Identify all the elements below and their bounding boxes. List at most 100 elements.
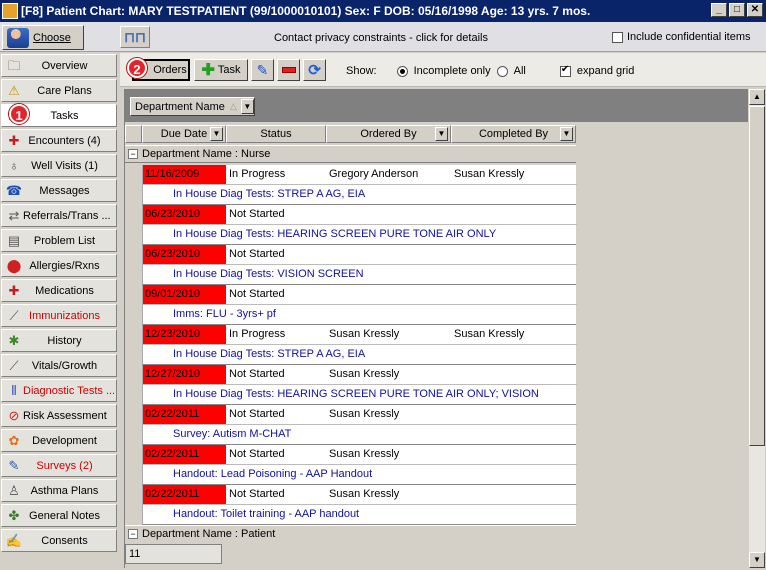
sidebar-item-label: Overview	[41, 59, 88, 72]
status-cell: In Progress	[229, 328, 286, 340]
sidebar-item-history[interactable]: ✱ History	[1, 329, 117, 352]
table-row[interactable]: 02/22/2011 Not Started Susan Kressly Handou…	[142, 445, 577, 485]
task-description[interactable]: Survey: Autism M-CHAT	[173, 425, 291, 444]
column-header-ordered-by[interactable]: Ordered By ▼	[326, 125, 451, 143]
column-header-status[interactable]: Status	[226, 125, 326, 143]
sidebar-item-label: Tasks	[50, 109, 79, 122]
collapse-icon[interactable]: −	[128, 529, 138, 539]
group-chip-department[interactable]: Department Name △ ▼	[130, 97, 255, 116]
incomplete-only-radio[interactable]	[396, 65, 408, 77]
table-row[interactable]: 06/23/2010 Not Started In House Diag Tests…	[142, 205, 577, 245]
task-summary-line: 02/22/2011 Not Started Susan Kressly	[143, 405, 577, 425]
column-header-completed-by[interactable]: Completed By ▼	[451, 125, 576, 143]
expand-grid-checkbox[interactable]	[559, 64, 571, 77]
minimize-button[interactable]: _	[711, 3, 727, 17]
task-description[interactable]: Handout: Toilet training - AAP handout	[173, 505, 359, 524]
table-row[interactable]: 06/23/2010 Not Started In House Diag Tests…	[142, 245, 577, 285]
sidebar-item-immunizations[interactable]: ⟋ Immunizations	[1, 304, 117, 327]
status-cell: Not Started	[229, 408, 285, 420]
sidebar-item-general-notes[interactable]: ✤ General Notes	[1, 504, 117, 527]
sidebar-item-asthma-plans[interactable]: ♙ Asthma Plans	[1, 479, 117, 502]
group-chip-label: Department Name	[135, 100, 225, 113]
choose-button[interactable]: Choose	[2, 25, 84, 50]
status-header-label: Status	[260, 128, 292, 140]
table-row[interactable]: 02/22/2011 Not Started Susan Kressly Handou…	[142, 485, 577, 525]
edit-button[interactable]: ✎	[251, 59, 274, 81]
sidebar-item-development[interactable]: ✿ Development	[1, 429, 117, 452]
sidebar-item-encounters-4[interactable]: ✚ Encounters (4)	[1, 129, 117, 152]
table-row[interactable]: 12/27/2010 Not Started Susan Kressly In Hou…	[142, 365, 577, 419]
sidebar-item-overview[interactable]: 🗀 Overview	[1, 54, 117, 77]
chart-nav-button[interactable]: ⊓⊓	[120, 26, 150, 48]
group-row-nurse[interactable]: − Department Name : Nurse	[125, 145, 576, 163]
refresh-icon: ⟳	[308, 62, 321, 79]
incomplete-only-label: Incomplete only	[413, 65, 491, 77]
due-date-cell: 02/22/2011	[143, 405, 226, 424]
ordered-by-header-label: Ordered By	[360, 128, 417, 140]
sidebar-item-well-visits-1[interactable]: ♁ Well Visits (1)	[1, 154, 117, 177]
sidebar-item-medications[interactable]: ✚ Medications	[1, 279, 117, 302]
completed-by-filter-dropdown[interactable]: ▼	[560, 127, 573, 141]
maximize-button[interactable]: □	[729, 3, 745, 17]
survey-icon: ✎	[8, 457, 20, 473]
collapse-icon[interactable]: −	[128, 149, 138, 159]
due-date-filter-dropdown[interactable]: ▼	[210, 127, 223, 141]
delete-button[interactable]	[277, 59, 300, 81]
scroll-thumb[interactable]	[749, 106, 765, 446]
group-nurse-label: Department Name : Nurse	[142, 148, 271, 160]
task-description[interactable]: In House Diag Tests: STREP A AG, EIA	[173, 345, 365, 364]
ordered-by-cell: Susan Kressly	[329, 408, 400, 420]
close-button[interactable]: ✕	[747, 3, 763, 17]
scroll-up-arrow[interactable]: ▲	[749, 89, 765, 105]
step-badge-1: 1	[9, 104, 29, 124]
sidebar-item-label: Surveys (2)	[36, 459, 93, 472]
sidebar-item-allergies-rxns[interactable]: ⬤ Allergies/Rxns	[1, 254, 117, 277]
refresh-button[interactable]: ⟳	[303, 59, 326, 81]
sidebar-item-label: Risk Assessment	[23, 409, 107, 422]
due-date-cell: 06/23/2010	[143, 205, 226, 224]
group-chip-dropdown[interactable]: ▼	[240, 99, 254, 114]
tasks-panel: Orders ✚ Task ✎ ⟳ Show: Incomplete only …	[120, 53, 766, 570]
grid-footer: 11	[125, 541, 576, 567]
task-summary-line: 12/23/2010 In Progress Susan Kressly Susan …	[143, 325, 577, 345]
due-date-cell: 02/22/2011	[143, 485, 226, 504]
tasks-grid: Due Date ▼ Status Ordered By ▼ Completed B…	[124, 122, 748, 568]
table-row[interactable]: 12/23/2010 In Progress Susan Kressly Susan …	[142, 325, 577, 365]
task-description[interactable]: In House Diag Tests: STREP A AG, EIA	[173, 185, 365, 204]
task-description[interactable]: In House Diag Tests: VISION SCREEN	[173, 265, 364, 284]
vertical-scrollbar[interactable]: ▲ ▼	[749, 89, 765, 568]
column-header-due-date[interactable]: Due Date ▼	[142, 125, 226, 143]
due-date-cell: 02/22/2011	[143, 445, 226, 464]
scroll-down-arrow[interactable]: ▼	[749, 552, 765, 568]
ordered-by-filter-dropdown[interactable]: ▼	[435, 127, 448, 141]
task-description[interactable]: Imms: FLU - 3yrs+ pf	[173, 305, 276, 324]
phone-icon: ☎	[5, 182, 23, 198]
all-radio[interactable]	[496, 65, 508, 77]
problem-list-icon: ▤	[7, 232, 21, 248]
choose-label: Choose	[33, 31, 71, 44]
status-cell: Not Started	[229, 288, 285, 300]
table-row[interactable]: 11/16/2009 In Progress Gregory Anderson Sus…	[142, 165, 577, 205]
task-description[interactable]: Handout: Lead Poisoning - AAP Handout	[173, 465, 372, 484]
sidebar-item-referrals-trans[interactable]: ⇄ Referrals/Trans ...	[1, 204, 117, 227]
sidebar-item-vitals-growth[interactable]: ⟋ Vitals/Growth	[1, 354, 117, 377]
vitals-icon: ⟋	[9, 357, 19, 373]
sidebar-item-diagnostic-tests[interactable]: ⫴ Diagnostic Tests ...	[1, 379, 117, 402]
sidebar-item-risk-assessment[interactable]: ⊘ Risk Assessment	[1, 404, 117, 427]
sidebar-item-care-plans[interactable]: ⚠ Care Plans	[1, 79, 117, 102]
include-confidential-toggle[interactable]: Include confidential items	[612, 31, 751, 43]
folder-icon: 🗀	[7, 57, 21, 73]
include-confidential-checkbox[interactable]	[612, 31, 623, 43]
status-cell: Not Started	[229, 248, 285, 260]
table-row[interactable]: 02/22/2011 Not Started Susan Kressly Survey…	[142, 405, 577, 445]
sidebar-item-messages[interactable]: ☎ Messages	[1, 179, 117, 202]
table-row[interactable]: 09/01/2010 Not Started Imms: FLU - 3yrs+ p…	[142, 285, 577, 325]
sidebar-item-problem-list[interactable]: ▤ Problem List	[1, 229, 117, 252]
add-task-button[interactable]: ✚ Task	[194, 59, 248, 81]
task-summary-line: 12/27/2010 Not Started Susan Kressly	[143, 365, 577, 385]
task-description[interactable]: In House Diag Tests: HEARING SCREEN PURE…	[173, 225, 496, 244]
grid-header: Due Date ▼ Status Ordered By ▼ Completed B…	[125, 125, 576, 143]
sidebar-item-surveys-2[interactable]: ✎ Surveys (2)	[1, 454, 117, 477]
privacy-link[interactable]: Contact privacy constraints - click for …	[274, 32, 488, 44]
sidebar-item-consents[interactable]: ✍ Consents	[1, 529, 117, 552]
